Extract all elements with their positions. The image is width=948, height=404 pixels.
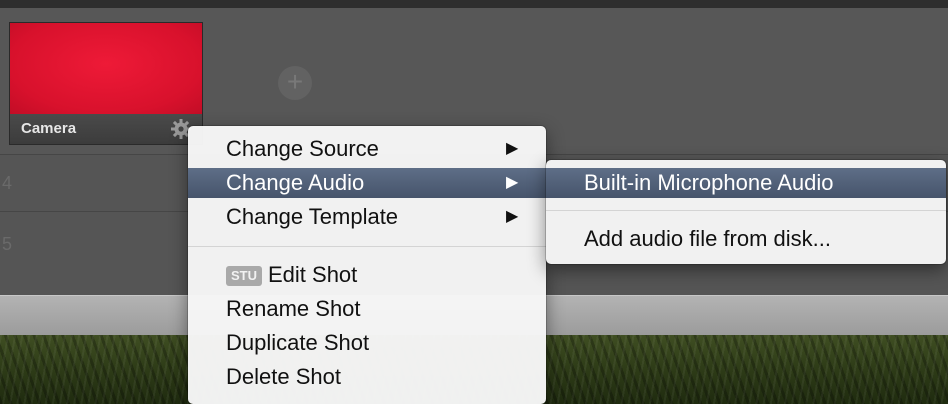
top-toolbar-edge <box>0 0 948 8</box>
shot-context-menu: Change Source ▶ Change Audio ▶ Change Te… <box>188 126 546 404</box>
row-number: 4 <box>2 173 13 193</box>
shot-label: Camera <box>21 120 77 137</box>
menu-item-change-source[interactable]: Change Source ▶ <box>188 134 546 164</box>
menu-item-label: Duplicate Shot <box>226 330 370 355</box>
menu-item-duplicate-shot[interactable]: Duplicate Shot <box>188 328 546 358</box>
menu-item-label: Built-in Microphone Audio <box>584 170 834 195</box>
menu-item-rename-shot[interactable]: Rename Shot <box>188 294 546 324</box>
shot-label-bar: Camera <box>10 114 202 144</box>
menu-item-label: Edit Shot <box>268 262 358 287</box>
row-number: 5 <box>2 234 13 254</box>
submenu-arrow-icon: ▶ <box>506 208 519 225</box>
menu-item-label: Change Source <box>226 136 379 161</box>
add-shot-button[interactable]: + <box>278 66 312 100</box>
menu-item-label: Rename Shot <box>226 296 361 321</box>
menu-item-delete-shot[interactable]: Delete Shot <box>188 362 546 392</box>
stu-badge: STU <box>226 266 262 286</box>
shot-tile-camera[interactable]: Camera <box>9 22 203 145</box>
menu-separator <box>546 210 946 211</box>
menu-item-label: Change Template <box>226 204 399 229</box>
menu-item-built-in-microphone[interactable]: Built-in Microphone Audio <box>546 168 946 198</box>
menu-item-change-audio[interactable]: Change Audio ▶ <box>188 168 546 198</box>
menu-item-label: Add audio file from disk... <box>584 226 832 251</box>
menu-item-label: Delete Shot <box>226 364 341 389</box>
plus-circle-icon: + <box>286 66 304 97</box>
submenu-arrow-icon: ▶ <box>506 140 519 157</box>
menu-item-edit-shot[interactable]: STU Edit Shot <box>188 260 546 290</box>
audio-submenu: Built-in Microphone Audio Add audio file… <box>546 160 946 264</box>
menu-item-add-audio-file[interactable]: Add audio file from disk... <box>546 224 946 254</box>
menu-separator <box>188 246 546 247</box>
menu-item-label-group: STU Edit Shot <box>226 260 357 290</box>
shot-thumbnail[interactable] <box>10 23 202 114</box>
menu-item-label: Change Audio <box>226 170 365 195</box>
submenu-arrow-icon: ▶ <box>506 174 519 191</box>
menu-item-change-template[interactable]: Change Template ▶ <box>188 202 546 232</box>
